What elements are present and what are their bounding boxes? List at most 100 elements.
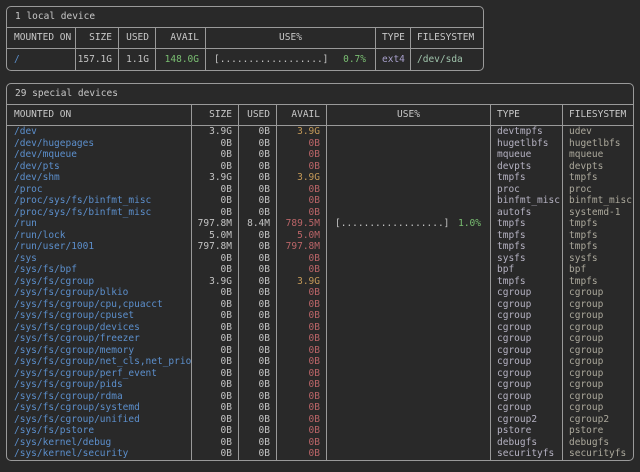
filesystem-cell: binfmt_misc <box>563 195 633 207</box>
size-cell: 5.0M <box>192 230 239 242</box>
used-cell: 0B <box>239 253 277 265</box>
usage-cell <box>327 287 491 299</box>
used-cell: 1.1G <box>119 49 156 70</box>
filesystem-cell: tmpfs <box>563 230 633 242</box>
table-row: /sys/fs/cgroup/memory0B0B0Bcgroupcgroup <box>7 345 633 357</box>
avail-cell: 0B <box>277 322 327 334</box>
avail-cell: 0B <box>277 414 327 426</box>
table-row: /run797.8M8.4M789.5M[..................]… <box>7 218 633 230</box>
usage-percent: 1.0% <box>458 218 481 230</box>
avail-cell: 0B <box>277 391 327 403</box>
usage-cell <box>327 379 491 391</box>
used-cell: 0B <box>239 345 277 357</box>
size-cell: 3.9G <box>192 276 239 288</box>
usage-cell <box>327 195 491 207</box>
size-cell: 0B <box>192 414 239 426</box>
size-cell: 0B <box>192 184 239 196</box>
mounted-on-cell: /dev/mqueue <box>7 149 192 161</box>
table-row: /sys/fs/bpf0B0B0Bbpfbpf <box>7 264 633 276</box>
filesystem-cell: devpts <box>563 161 633 173</box>
usage-cell <box>327 264 491 276</box>
table-row: /dev/hugepages0B0B0Bhugetlbfshugetlbfs <box>7 138 633 150</box>
size-cell: 0B <box>192 333 239 345</box>
usage-cell <box>327 333 491 345</box>
filesystem-cell: cgroup <box>563 310 633 322</box>
type-cell: devpts <box>491 161 563 173</box>
column-header-avail: AVAIL <box>277 105 327 125</box>
table-row: /run/lock5.0M0B5.0Mtmpfstmpfs <box>7 230 633 242</box>
avail-cell: 0B <box>277 356 327 368</box>
used-cell: 0B <box>239 172 277 184</box>
size-cell: 0B <box>192 425 239 437</box>
usage-cell <box>327 391 491 403</box>
type-cell: devtmpfs <box>491 126 563 138</box>
used-cell: 0B <box>239 322 277 334</box>
type-cell: cgroup <box>491 356 563 368</box>
mounted-on-cell: /sys/fs/cgroup/cpu,cpuacct <box>7 299 192 311</box>
mounted-on-cell: /dev/hugepages <box>7 138 192 150</box>
avail-cell: 0B <box>277 264 327 276</box>
used-cell: 0B <box>239 437 277 449</box>
type-cell: tmpfs <box>491 230 563 242</box>
usage-cell <box>327 276 491 288</box>
used-cell: 0B <box>239 368 277 380</box>
type-cell: hugetlbfs <box>491 138 563 150</box>
usage-cell: [..................] 1.0% <box>327 218 491 230</box>
avail-cell: 0B <box>277 299 327 311</box>
used-cell: 0B <box>239 448 277 460</box>
avail-cell: 0B <box>277 207 327 219</box>
filesystem-cell: cgroup <box>563 368 633 380</box>
avail-cell: 0B <box>277 437 327 449</box>
size-cell: 3.9G <box>192 172 239 184</box>
table-row: /sys/fs/pstore0B0B0Bpstorepstore <box>7 425 633 437</box>
usage-percent: 0.7% <box>343 49 366 70</box>
table-body: /157.1G1.1G148.0G[..................]0.7… <box>7 49 483 70</box>
mounted-on-cell: /run/lock <box>7 230 192 242</box>
type-cell: autofs <box>491 207 563 219</box>
size-cell: 0B <box>192 448 239 460</box>
type-cell: cgroup <box>491 345 563 357</box>
mounted-on-cell: /sys/kernel/debug <box>7 437 192 449</box>
avail-cell: 0B <box>277 195 327 207</box>
size-cell: 0B <box>192 149 239 161</box>
special-devices-table: 29 special devices MOUNTED ONSIZEUSEDAVA… <box>6 83 634 461</box>
table-header-row: MOUNTED ONSIZEUSEDAVAILUSE%TYPEFILESYSTE… <box>7 105 633 126</box>
usage-cell <box>327 310 491 322</box>
size-cell: 0B <box>192 437 239 449</box>
filesystem-cell: tmpfs <box>563 218 633 230</box>
size-cell: 0B <box>192 345 239 357</box>
type-cell: cgroup <box>491 310 563 322</box>
size-cell: 0B <box>192 379 239 391</box>
used-cell: 0B <box>239 287 277 299</box>
usage-cell <box>327 437 491 449</box>
table-row: /sys/kernel/debug0B0B0Bdebugfsdebugfs <box>7 437 633 449</box>
column-header-type: TYPE <box>376 28 411 48</box>
avail-cell: 0B <box>277 368 327 380</box>
usage-cell <box>327 138 491 150</box>
usage-bar: [..................] <box>335 218 449 230</box>
local-device-table: 1 local device MOUNTED ONSIZEUSEDAVAILUS… <box>6 6 484 71</box>
column-header-avail: AVAIL <box>156 28 206 48</box>
size-cell: 0B <box>192 299 239 311</box>
used-cell: 0B <box>239 126 277 138</box>
usage-cell <box>327 230 491 242</box>
table-row: /sys/fs/cgroup/freezer0B0B0Bcgroupcgroup <box>7 333 633 345</box>
size-cell: 797.8M <box>192 241 239 253</box>
used-cell: 0B <box>239 241 277 253</box>
type-cell: tmpfs <box>491 241 563 253</box>
avail-cell: 0B <box>277 402 327 414</box>
mounted-on-cell: /sys/fs/cgroup/devices <box>7 322 192 334</box>
mounted-on-cell: /sys <box>7 253 192 265</box>
type-cell: cgroup <box>491 322 563 334</box>
avail-cell: 5.0M <box>277 230 327 242</box>
table-row: /proc/sys/fs/binfmt_misc0B0B0Bautofssyst… <box>7 207 633 219</box>
mounted-on-cell: /dev/shm <box>7 172 192 184</box>
mounted-on-cell: /sys/fs/cgroup/cpuset <box>7 310 192 322</box>
type-cell: ext4 <box>376 49 411 70</box>
size-cell: 0B <box>192 264 239 276</box>
type-cell: mqueue <box>491 149 563 161</box>
usage-cell <box>327 253 491 265</box>
mounted-on-cell: /proc/sys/fs/binfmt_misc <box>7 195 192 207</box>
mounted-on-cell: /sys/fs/cgroup/pids <box>7 379 192 391</box>
type-cell: debugfs <box>491 437 563 449</box>
